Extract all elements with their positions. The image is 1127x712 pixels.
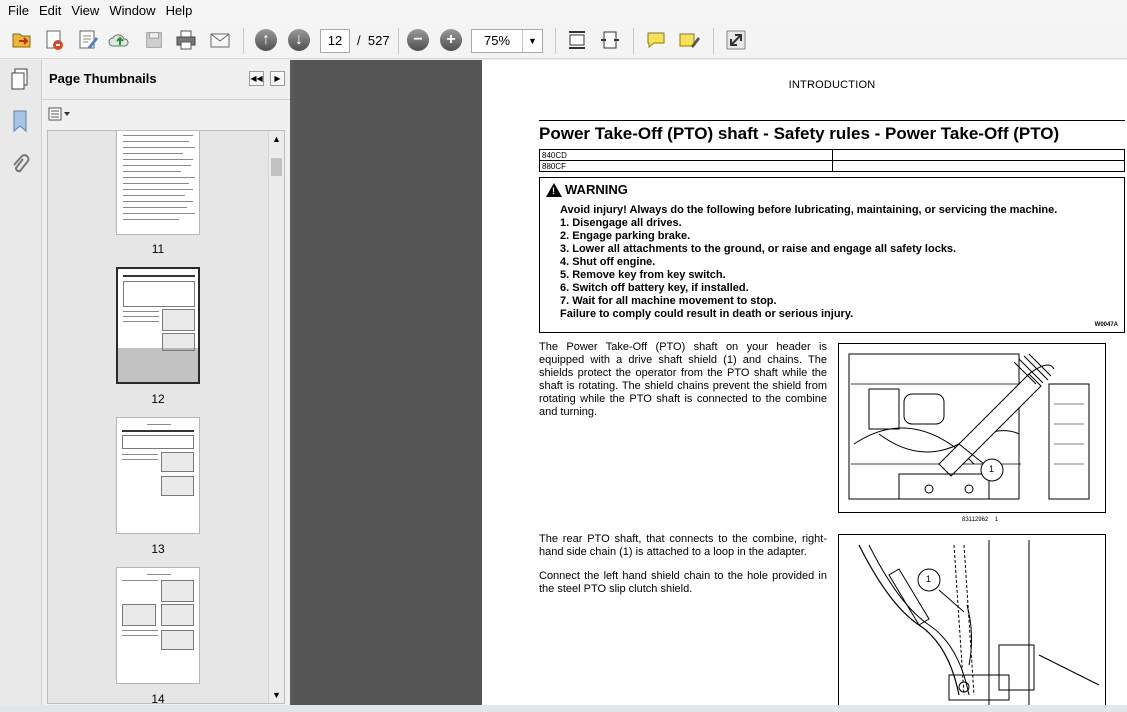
menu-window[interactable]: Window [104,0,160,22]
status-strip [0,705,1127,712]
thumbnail-options-icon[interactable] [48,107,72,123]
highlight-icon[interactable] [675,26,703,54]
figure-callout: 1 [989,464,995,474]
menu-file[interactable]: File [3,0,34,22]
figure-caption: 83112962 1 [962,517,999,523]
warning-triangle-icon: ! [546,182,562,197]
body-paragraph: The Power Take-Off (PTO) shaft on your h… [539,341,827,418]
next-page-icon[interactable]: ↓ [285,26,313,54]
warning-box: ! WARNING Avoid injury! Always do the fo… [539,177,1125,333]
save-icon[interactable] [140,26,168,54]
toolbar: ↑ ↓ 12 / 527 − + 75% ▼ [0,22,1127,59]
export-icon[interactable] [40,26,68,54]
zoom-in-icon[interactable]: + [437,26,465,54]
scroll-down-icon[interactable]: ▼ [272,690,281,700]
comment-icon[interactable] [642,26,670,54]
menu-view[interactable]: View [66,0,104,22]
panel-header: Page Thumbnails ◀◀ ▶ [42,60,290,100]
warning-text: Avoid injury! Always do the following be… [560,204,1058,320]
pto-shaft-figure: 1 [838,343,1106,513]
body-paragraph: Connect the left hand shield chain to th… [539,570,827,595]
fullscreen-icon[interactable] [722,26,750,54]
pto-chain-figure: 1 [838,534,1106,705]
document-view[interactable]: INTRODUCTION Power Take-Off (PTO) shaft … [293,60,1127,705]
thumbnail-label: 14 [151,692,165,704]
thumbnail-page-14[interactable] [116,567,200,684]
attachment-icon[interactable] [8,152,32,178]
model-table: 840CD 880CF [539,149,1125,172]
scrollbar-thumb[interactable] [271,158,282,176]
zoom-select[interactable]: 75% ▼ [471,29,543,53]
expand-panel-icon[interactable]: ▶ [270,71,285,86]
thumbnail-panel: Page Thumbnails ◀◀ ▶ 11 12 13 14 ▲ ▼ [42,60,290,705]
chevron-down-icon[interactable]: ▼ [522,30,542,52]
model-cell: 880CF [539,160,833,172]
bookmark-icon[interactable] [8,108,32,134]
thumbnail-page-11[interactable] [116,131,200,235]
email-icon[interactable] [206,26,234,54]
warning-heading: ! WARNING [546,182,628,197]
thumbnail-page-13[interactable] [116,417,200,534]
print-icon[interactable] [172,26,200,54]
fit-page-icon[interactable] [563,26,591,54]
page-count: / 527 [357,33,390,48]
pdf-page: INTRODUCTION Power Take-Off (PTO) shaft … [482,60,1127,705]
fit-width-icon[interactable] [596,26,624,54]
scroll-up-icon[interactable]: ▲ [272,134,281,144]
menu-help[interactable]: Help [161,0,198,22]
thumbnail-label: 12 [151,392,165,406]
prev-page-icon[interactable]: ↑ [252,26,280,54]
thumbnail-label: 13 [151,542,165,556]
body-paragraph: The rear PTO shaft, that connects to the… [539,533,827,558]
open-icon[interactable] [8,26,36,54]
section-header: INTRODUCTION [788,79,876,91]
page-title: Power Take-Off (PTO) shaft - Safety rule… [539,124,1060,143]
panel-title: Page Thumbnails [49,71,157,86]
thumbnail-label: 11 [151,242,165,256]
thumbnail-scrollbar[interactable]: ▲ ▼ [268,131,284,703]
menu-edit[interactable]: Edit [34,0,66,22]
thumbnail-page-12[interactable] [116,267,200,384]
edit-icon[interactable] [74,26,102,54]
figure-callout: 1 [926,574,932,584]
navigation-rail [0,60,42,705]
warning-code: W0047A [1094,322,1118,328]
pages-icon[interactable] [8,66,32,92]
upload-cloud-icon[interactable] [106,26,134,54]
page-number-input[interactable]: 12 [320,29,350,53]
model-cell: 840CD [539,149,833,161]
collapse-panel-icon[interactable]: ◀◀ [249,71,264,86]
menu-bar: File Edit View Window Help [0,0,1127,22]
zoom-out-icon[interactable]: − [404,26,432,54]
thumbnail-list[interactable]: 11 12 13 14 ▲ ▼ [47,130,285,704]
